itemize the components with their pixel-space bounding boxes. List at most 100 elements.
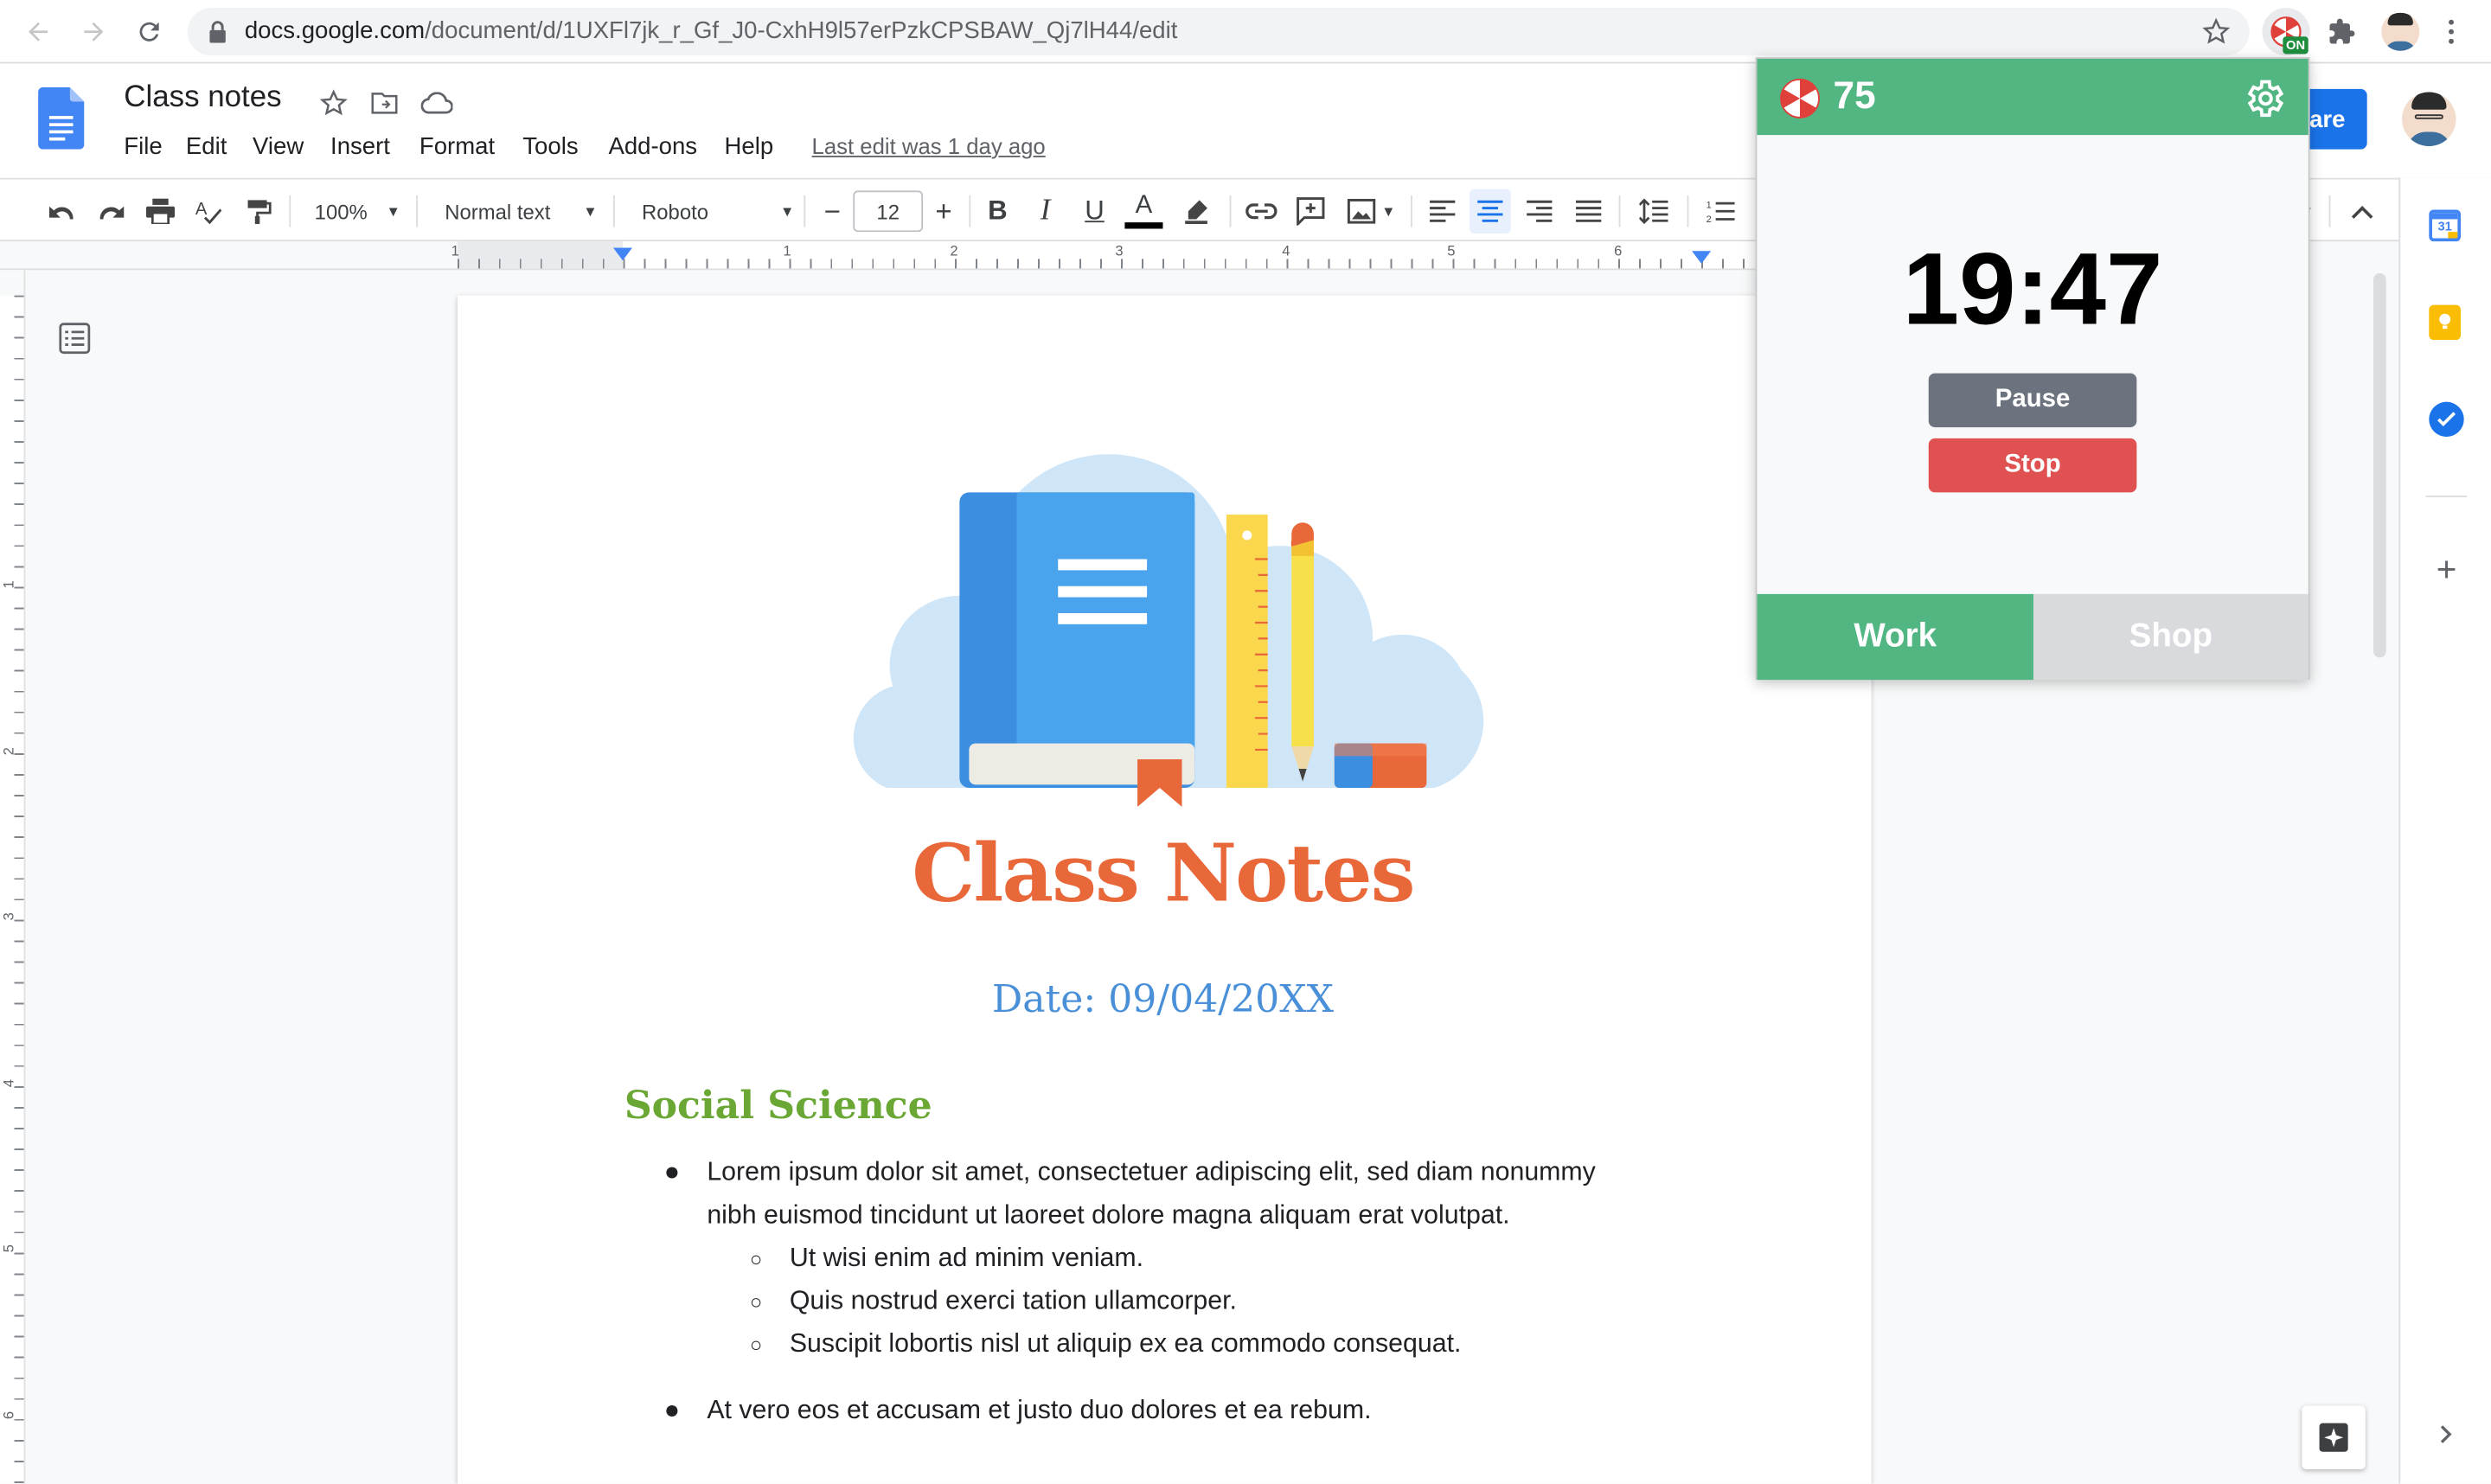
ruler-number: 1 (783, 243, 791, 259)
bold-icon[interactable]: B (977, 180, 1019, 243)
align-right-icon[interactable] (1519, 180, 1560, 243)
last-edit-link[interactable]: Last edit was 1 day ago (812, 133, 1046, 158)
forward-icon[interactable] (74, 13, 112, 51)
menu-tools[interactable]: Tools (522, 133, 578, 160)
menu-format[interactable]: Format (419, 133, 495, 160)
undo-icon[interactable] (42, 180, 83, 243)
line-spacing-icon[interactable] (1633, 180, 1675, 243)
tab-work[interactable]: Work (1757, 593, 2033, 681)
url-host: docs.google.com (244, 17, 426, 45)
menu-view[interactable]: View (253, 133, 304, 160)
cloud-saved-icon[interactable] (419, 86, 454, 120)
ruler-number: 2 (950, 243, 958, 259)
spellcheck-icon[interactable]: A (189, 180, 231, 243)
puzzle-extensions-icon[interactable] (2322, 13, 2360, 51)
calendar-icon[interactable]: 31 (2429, 209, 2462, 242)
chrome-menu-icon[interactable] (2436, 13, 2468, 51)
align-left-icon[interactable] (1422, 180, 1463, 243)
sub-list-item[interactable]: Suscipit lobortis nisl ut aliquip ex ea … (790, 1323, 1462, 1366)
share-button-label: are (2309, 106, 2346, 133)
panel-divider (2425, 496, 2468, 497)
address-bar[interactable]: docs.google.com/document/d/1UXFl7jk_r_Gf… (187, 8, 2250, 56)
lock-icon[interactable] (207, 21, 229, 43)
add-addon-icon[interactable]: + (2429, 549, 2463, 589)
settings-gear-icon[interactable] (2240, 74, 2288, 122)
pause-button-label: Pause (1995, 386, 2071, 413)
peppermint-extension-icon[interactable]: ON (2262, 8, 2310, 56)
keep-icon[interactable] (2429, 304, 2462, 341)
list-item[interactable]: Lorem ipsum dolor sit amet, consectetuer… (707, 1152, 1692, 1238)
sub-list-item[interactable]: Ut wisi enim ad minim veniam. (790, 1238, 1143, 1281)
ruler-number: 1 (451, 243, 459, 259)
align-center-icon[interactable] (1469, 189, 1511, 233)
chevron-down-icon: ▼ (1381, 203, 1396, 220)
menu-file[interactable]: File (124, 133, 162, 160)
insert-link-icon[interactable] (1240, 180, 1282, 243)
document-outline-icon[interactable] (54, 317, 95, 359)
font-family-select[interactable]: Roboto ▼ (626, 180, 801, 243)
decrease-font-size-button[interactable]: − (813, 180, 851, 243)
docs-logo-icon[interactable] (38, 87, 85, 150)
horizontal-ruler: 1 1 2 3 4 5 6 (0, 241, 1756, 271)
move-folder-icon[interactable] (367, 86, 401, 120)
bookmark-star-icon[interactable] (2199, 15, 2233, 49)
back-icon[interactable] (19, 13, 57, 51)
insert-image-icon[interactable]: ▼ (1339, 180, 1402, 243)
profile-avatar[interactable] (2381, 12, 2420, 51)
collapse-menus-icon[interactable] (2341, 180, 2383, 243)
document-title[interactable]: Class notes (124, 81, 281, 116)
stop-button-label: Stop (2004, 451, 2061, 478)
increase-font-size-button[interactable]: + (925, 180, 963, 243)
right-indent-marker[interactable] (1692, 251, 1712, 264)
menu-addons[interactable]: Add-ons (608, 133, 697, 160)
star-icon[interactable] (317, 86, 351, 120)
book-cloud-illustration (839, 448, 1484, 816)
ruler-number: 6 (1614, 243, 1623, 259)
ruler-number: 5 (0, 1244, 17, 1253)
left-indent-marker[interactable] (612, 247, 633, 261)
ruler-number: 5 (1447, 243, 1456, 259)
menu-edit[interactable]: Edit (186, 133, 227, 160)
paint-format-icon[interactable] (239, 180, 280, 243)
highlight-color-icon[interactable] (1175, 180, 1217, 243)
peppermint-icon (1779, 78, 1821, 119)
ruler-number: 4 (0, 1079, 17, 1088)
justify-icon[interactable] (1568, 180, 1610, 243)
italic-icon[interactable]: I (1025, 180, 1066, 243)
numbered-list-icon[interactable]: 12 (1700, 180, 1741, 243)
scrollbar-thumb[interactable] (2373, 272, 2386, 658)
menu-insert[interactable]: Insert (330, 133, 390, 160)
sub-bullet-marker: ○ (749, 1289, 763, 1314)
zoom-value: 100% (314, 199, 368, 224)
ruler-number: 6 (0, 1410, 17, 1420)
font-size-input[interactable]: 12 (853, 190, 924, 233)
tab-shop-label: Shop (2129, 617, 2213, 655)
text-color-icon[interactable]: A (1124, 180, 1165, 243)
reload-icon[interactable] (131, 13, 169, 51)
print-icon[interactable] (140, 180, 182, 243)
account-avatar[interactable] (2402, 92, 2456, 146)
pause-button[interactable]: Pause (1928, 373, 2137, 428)
section-heading[interactable]: Social Science (624, 1082, 932, 1128)
ruler-number: 4 (1282, 243, 1290, 259)
explore-button[interactable] (2302, 1405, 2366, 1469)
chevron-right-icon[interactable] (2429, 1417, 2463, 1451)
stop-button[interactable]: Stop (1928, 438, 2137, 493)
zoom-select[interactable]: 100% ▼ (302, 180, 407, 243)
paragraph-style-select[interactable]: Normal text ▼ (429, 180, 604, 243)
tab-shop[interactable]: Shop (2033, 593, 2308, 681)
menu-help[interactable]: Help (725, 133, 774, 160)
tasks-icon[interactable] (2429, 401, 2464, 438)
bullet-marker: ● (663, 1396, 681, 1425)
sub-list-item[interactable]: Quis nostrud exerci tation ullamcorper. (790, 1280, 1237, 1323)
popup-header: 75 (1757, 58, 2308, 136)
document-heading[interactable]: Class Notes (0, 826, 2326, 919)
paragraph-style-value: Normal text (445, 199, 551, 224)
bullet-marker: ● (663, 1157, 681, 1187)
document-date[interactable]: Date: 09/04/20XX (0, 977, 2326, 1021)
underline-icon[interactable]: U (1074, 180, 1116, 243)
redo-icon[interactable] (91, 180, 132, 243)
list-item[interactable]: At vero eos et accusam et justo duo dolo… (707, 1390, 1371, 1433)
chevron-down-icon: ▼ (386, 203, 400, 220)
insert-comment-icon[interactable] (1290, 180, 1331, 243)
